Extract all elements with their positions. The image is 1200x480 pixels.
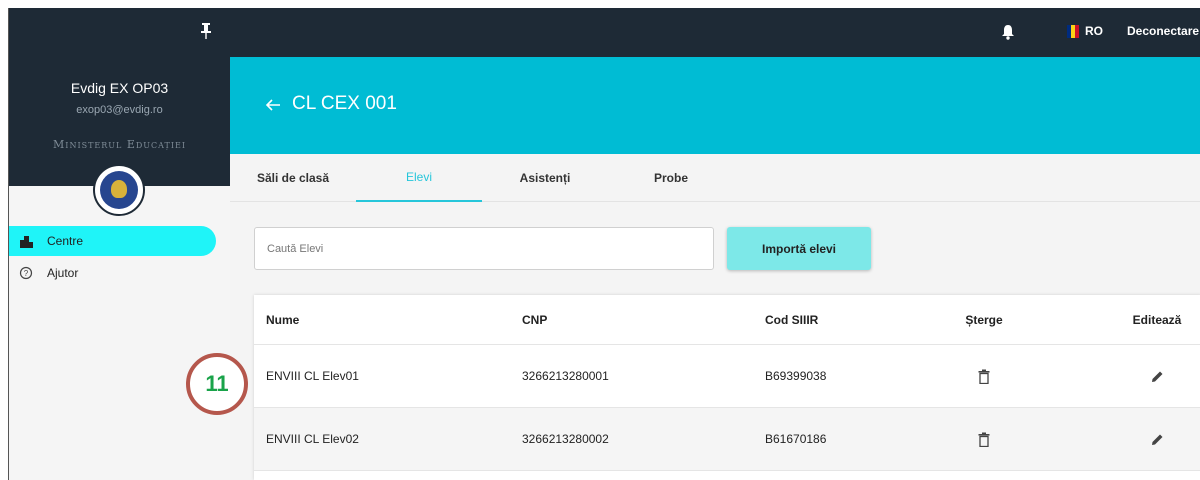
student-name: ENVIII CL Elev02 <box>266 432 359 446</box>
column-header-sterge: Șterge <box>965 312 1003 327</box>
help-circle-icon: ? <box>19 266 33 280</box>
logout-button[interactable]: Deconectare <box>1127 24 1199 38</box>
page-header: CL CEX 001 <box>230 57 1200 154</box>
pin-icon[interactable] <box>199 22 213 40</box>
ministry-logo <box>93 164 145 216</box>
user-name: Evdig EX OP03 <box>70 80 169 96</box>
search-field <box>254 227 714 270</box>
sidebar-item-ajutor[interactable]: ? Ajutor <box>9 258 216 288</box>
annotation-step-badge: 11 <box>186 353 248 415</box>
tab-probe[interactable]: Probe <box>608 154 734 202</box>
pencil-icon[interactable] <box>1151 433 1164 446</box>
building-icon <box>20 236 33 248</box>
edit-cell <box>1122 345 1192 407</box>
romanian-flag-icon[interactable] <box>1067 25 1079 38</box>
sidebar: Evdig EX OP03 exop03@evdig.ro Ministerul… <box>9 57 230 480</box>
user-email: exop03@evdig.ro <box>76 104 163 116</box>
search-input[interactable] <box>255 228 713 269</box>
tab-elevi[interactable]: Elevi <box>356 154 482 202</box>
arrow-left-icon[interactable] <box>265 98 281 112</box>
svg-text:?: ? <box>24 269 29 278</box>
pencil-icon[interactable] <box>1151 370 1164 383</box>
student-cod-siiir: B69399038 <box>765 369 827 383</box>
language-selector[interactable]: RO <box>1085 24 1103 38</box>
table-header-row: Nume CNP Cod SIIIR Șterge Editează <box>254 295 1200 345</box>
app-frame: RO Deconectare Evdig EX OP03 exop03@evdi… <box>8 8 1200 480</box>
import-students-button[interactable]: Importă elevi <box>727 227 871 270</box>
trash-icon[interactable] <box>978 369 990 384</box>
student-cod-siiir: B61670186 <box>765 432 827 446</box>
sidebar-item-label: Centre <box>47 234 84 248</box>
page-title: CL CEX 001 <box>292 93 397 114</box>
table-row: ENVIII CL Elev02 3266213280002 B61670186 <box>254 408 1200 471</box>
trash-icon[interactable] <box>978 432 990 447</box>
student-cnp: 3266213280002 <box>522 432 609 446</box>
student-cnp: 3266213280001 <box>522 369 609 383</box>
tab-asistenti[interactable]: Asistenți <box>482 154 608 202</box>
sidebar-item-centre[interactable]: Centre <box>9 226 216 256</box>
column-header-cod-siiir: Cod SIIIR <box>765 312 819 327</box>
ministry-name: Ministerul Educației <box>53 138 186 151</box>
students-table: Nume CNP Cod SIIIR Șterge Editează ENVII… <box>254 295 1200 480</box>
table-row: ENVIII CL Elev01 3266213280001 B69399038 <box>254 345 1200 408</box>
edit-cell <box>1122 408 1192 470</box>
delete-cell <box>954 345 1014 407</box>
delete-cell <box>954 408 1014 470</box>
tab-bar: Săli de clasă Elevi Asistenți Probe <box>230 154 1200 202</box>
column-header-editeaza: Editează <box>1132 312 1182 327</box>
student-name: ENVIII CL Elev01 <box>266 369 359 383</box>
tab-sali-de-clasa[interactable]: Săli de clasă <box>230 154 356 202</box>
column-header-nume: Nume <box>266 312 300 327</box>
top-bar: RO Deconectare <box>9 8 1200 57</box>
sidebar-item-label: Ajutor <box>47 266 79 280</box>
column-header-cnp: CNP <box>522 312 548 327</box>
bell-icon[interactable] <box>1001 24 1015 40</box>
